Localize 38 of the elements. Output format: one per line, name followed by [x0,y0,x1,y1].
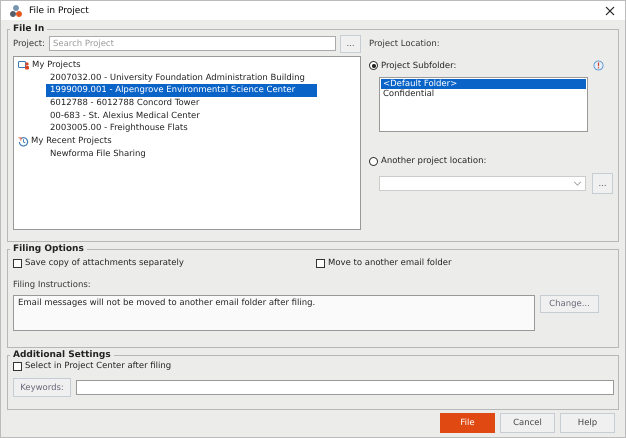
browse-button[interactable]: ... [340,34,361,52]
tree-item[interactable]: 2007032.00 - University Foundation Administration Building [46,72,310,84]
change-button[interactable]: Change... [540,295,599,313]
checkbox[interactable]: Select in Project Center after filing [13,360,614,371]
keywords-button[interactable]: Keywords: [13,378,71,397]
dialog-button[interactable]: Help [560,413,615,433]
instructions-label: Filing Instructions: [13,280,92,290]
browse-button[interactable]: ... [592,173,613,194]
history-icon [18,136,29,147]
tree-item[interactable]: Newforma File Sharing [46,148,151,160]
tree-group[interactable]: My Recent Projects [31,136,112,146]
dialog-button[interactable]: Cancel [500,413,555,433]
search-field[interactable]: Search Project [48,36,336,51]
checkbox[interactable]: Move to another email folder [316,258,452,268]
projects-icon [18,60,30,70]
section-title: File In [12,24,46,34]
dialog-button[interactable]: File [440,413,495,433]
close-icon[interactable] [605,6,615,16]
caret-icon [573,181,582,186]
tree-group[interactable]: My Projects [32,60,81,70]
subfolder-item[interactable]: <Default Folder> [381,79,586,89]
window-title: File in Project [29,6,90,16]
section-title: Filing Options [12,244,85,254]
tree-item[interactable]: 1999009.001 - Alpengrove Environmental Science Center [46,84,317,98]
project-label: Project: [13,38,45,48]
tree-item[interactable]: 2003005.00 - Freighthouse Flats [46,122,193,136]
location-label: Project Location: [369,38,441,51]
tree-item[interactable]: 6012788 - 6012788 Concord Tower [46,97,204,110]
checkbox[interactable]: Save copy of attachments separately [13,258,316,268]
other-location-radio[interactable]: Another project location: [369,156,614,166]
section-title: Additional Settings [12,350,112,360]
alert-icon[interactable] [593,60,604,71]
tree-item[interactable]: 00-683 - St. Alexius Medical Center [46,110,205,122]
subfolder-radio[interactable]: Project Subfolder: [369,60,456,70]
instructions-text: Email messages will not be moved to another email folder after filing. [13,295,535,331]
subfolder-item[interactable]: Confidential [381,89,586,99]
keywords-field[interactable] [76,380,614,395]
app-logo-icon [9,4,23,18]
